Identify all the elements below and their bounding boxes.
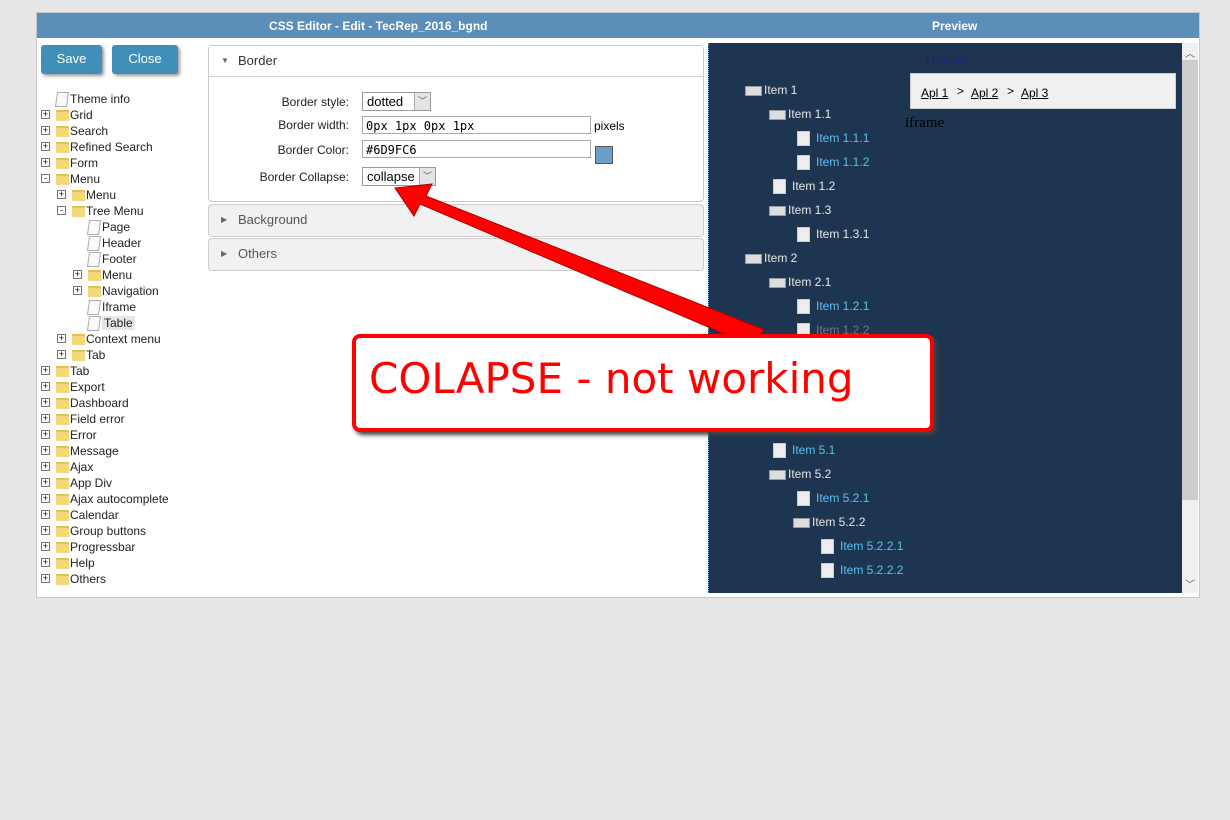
annotation-callout: COLAPSE - not working [352, 334, 934, 432]
annotation-text: COLAPSE - not working [369, 354, 854, 403]
